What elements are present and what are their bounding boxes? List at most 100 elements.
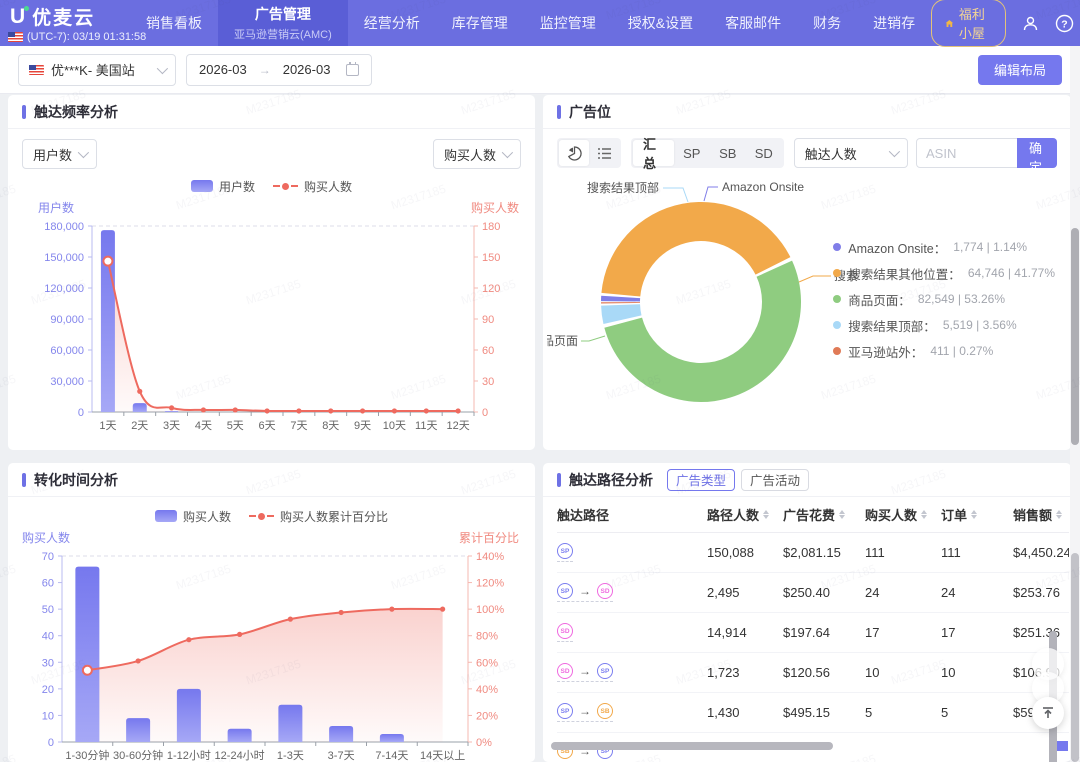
table-row[interactable]: SP→SD2,495$250.402424$253.76 [557,573,1069,613]
svg-text:10天: 10天 [383,420,406,432]
table-cell: 17 [941,625,1013,640]
legend-bar-item[interactable]: 用户数 [191,178,255,195]
welfare-label: 福利小屋 [959,4,992,42]
table-row[interactable]: SP→SB1,430$495.1555$599.95 [557,693,1069,733]
page-scrollbar-thumb[interactable] [1071,228,1079,445]
sort-icon[interactable] [921,510,927,519]
column-header-销售额[interactable]: 销售额 [1013,505,1069,524]
svg-text:7-14天: 7-14天 [375,750,408,762]
svg-text:品页面: 品页面 [547,334,578,348]
legend-value: 64,746 | 41.77% [968,266,1055,280]
table-cell: 1,723 [707,665,783,680]
legend-item[interactable]: 搜索结果顶部：5,519 | 3.56% [833,312,1055,338]
accent-bar [557,105,561,119]
accent-bar [557,473,561,487]
svg-text:80%: 80% [476,631,498,643]
support-icon[interactable] [1021,13,1040,33]
reach-frequency-chart[interactable]: 030,00060,00090,000120,000150,000180,000… [20,214,520,442]
path-tab-广告类型[interactable]: 广告类型 [667,469,735,491]
svg-text:9天: 9天 [354,420,371,432]
sort-icon[interactable] [839,510,845,519]
path-tab-广告活动[interactable]: 广告活动 [741,469,809,491]
nav-item-授权&设置[interactable]: 授权&设置 [612,0,709,46]
legend-item[interactable]: 搜索结果其他位置：64,746 | 41.77% [833,260,1055,286]
svg-text:90,000: 90,000 [50,314,84,326]
type-tab-SD[interactable]: SD [746,140,782,166]
legend-bar-item[interactable]: 购买人数 [155,508,231,525]
nav-item-经营分析[interactable]: 经营分析 [348,0,436,46]
type-tab-汇总[interactable]: 汇总 [633,140,674,166]
metric-select[interactable]: 用户数 [22,139,97,169]
column-header-购买人数[interactable]: 购买人数 [865,505,941,524]
main-menu: 销售看板广告管理亚马逊营销云(AMC)经营分析库存管理监控管理授权&设置客服邮件… [130,0,931,46]
table-horizontal-scrollbar[interactable] [551,742,833,750]
table-cell: 111 [941,545,1013,560]
legend-value: 5,519 | 3.56% [943,318,1017,332]
svg-text:2天: 2天 [131,420,148,432]
nav-item-监控管理[interactable]: 监控管理 [524,0,612,46]
dashboard-app: U 优麦云 (UTC-7): 03/19 01:31:58 销售看板广告管理亚马… [0,0,1080,762]
column-header-路径人数[interactable]: 路径人数 [707,505,783,524]
legend-item[interactable]: Amazon Onsite：1,774 | 1.14% [833,234,1055,260]
legend-dot-icon [833,295,841,303]
svg-text:1-12小时: 1-12小时 [167,749,211,762]
legend-line-label: 购买人数累计百分比 [280,508,388,525]
svg-text:1天: 1天 [99,420,116,432]
conversion-time-chart[interactable]: 0102030405060700%20%40%60%80%100%120%140… [20,544,520,762]
table-row[interactable]: SD→SP1,723$120.561010$106.90 [557,653,1069,693]
pie-view-toggle[interactable] [559,140,589,166]
legend-value: 82,549 | 53.26% [918,292,1005,306]
svg-text:30-60分钟: 30-60分钟 [113,748,163,762]
nav-item-广告管理[interactable]: 广告管理亚马逊营销云(AMC) [218,0,348,46]
placement-metric-select[interactable]: 触达人数 [794,138,908,168]
type-tab-SP[interactable]: SP [674,140,710,166]
date-range-picker[interactable]: 2026-03 → 2026-03 [186,54,372,86]
nav-item-库存管理[interactable]: 库存管理 [436,0,524,46]
legend-dot-icon [833,347,841,355]
back-to-top-button[interactable] [1032,697,1064,729]
compare-select[interactable]: 购买人数 [433,139,521,169]
legend-dot-icon [833,243,841,251]
legend-line-item[interactable]: 购买人数累计百分比 [249,508,388,525]
seller-select[interactable]: 优***K- 美国站 [18,54,176,86]
table-row[interactable]: SD14,914$197.641717$251.36 [557,613,1069,653]
pie-chart-icon [567,146,582,161]
svg-text:1-30分钟: 1-30分钟 [65,748,109,762]
asin-input[interactable] [916,138,1018,168]
table-cell: 10 [941,665,1013,680]
help-icon[interactable]: ? [1055,13,1074,33]
nav-item-进销存[interactable]: 进销存 [857,0,931,46]
brand-name: 优麦云 [32,3,95,30]
welfare-button[interactable]: 福利小屋 [931,0,1005,47]
edit-layout-button[interactable]: 编辑布局 [978,55,1062,85]
legend-line-item[interactable]: 购买人数 [273,178,352,195]
reach-path-cell: SP→SD [557,583,707,602]
column-header-广告花费[interactable]: 广告花费 [783,505,865,524]
page-scrollbar-thumb[interactable] [1071,553,1079,762]
legend-item[interactable]: 亚马逊站外：411 | 0.27% [833,338,1055,364]
left-axis-title: 用户数 [38,199,74,216]
nav-right: 福利小屋 ? [931,0,1080,46]
type-tab-SB[interactable]: SB [710,140,746,166]
svg-text:30: 30 [482,376,494,388]
nav-item-客服邮件[interactable]: 客服邮件 [709,0,797,46]
svg-text:3-7天: 3-7天 [328,750,355,762]
column-header-订单[interactable]: 订单 [941,505,1013,524]
table-cell: $250.40 [783,585,865,600]
chevron-down-icon [157,62,168,73]
confirm-button[interactable]: 确定 [1017,138,1057,168]
sort-icon[interactable] [971,510,977,519]
accent-bar [22,473,26,487]
svg-text:30: 30 [42,657,54,669]
top-nav: U 优麦云 (UTC-7): 03/19 01:31:58 销售看板广告管理亚马… [0,0,1080,46]
list-view-toggle[interactable] [589,140,619,166]
sort-icon[interactable] [763,510,769,519]
sort-icon[interactable] [1056,510,1062,519]
svg-text:10: 10 [42,710,54,722]
nav-item-财务[interactable]: 财务 [797,0,857,46]
placement-donut-chart[interactable]: 搜索结果顶部Amazon Onsite搜索品页面 [547,172,859,436]
right-axis-title: 购买人数 [471,199,519,216]
legend-item[interactable]: 商品页面：82,549 | 53.26% [833,286,1055,312]
legend-line-label: 购买人数 [304,178,352,195]
table-row[interactable]: SP150,088$2,081.15111111$4,450.24 [557,533,1069,573]
